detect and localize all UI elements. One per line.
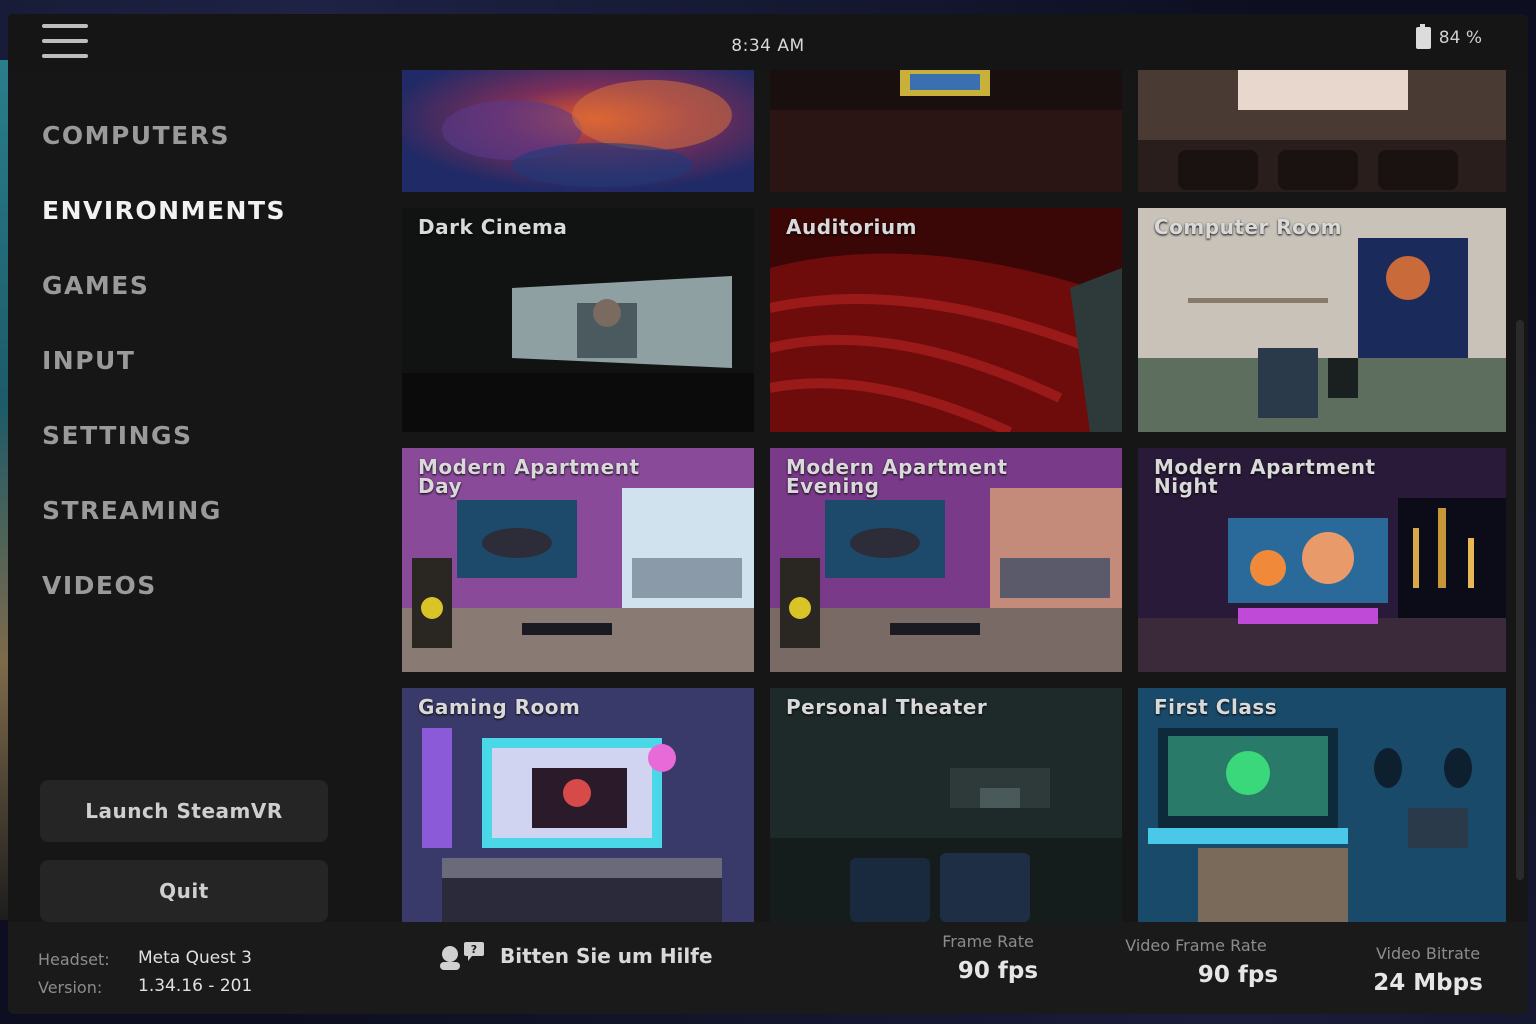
top-bar: 8:34 AM 84 % [8,14,1528,70]
personal-theater-thumbnail [770,688,1122,922]
headset-label: Headset: [38,950,110,969]
battery-status: 84 % [1415,24,1482,49]
quit-button[interactable]: Quit [40,860,328,922]
tile-label: Computer Room [1154,215,1342,239]
sidebar-nav: COMPUTERS ENVIRONMENTS GAMES INPUT SETTI… [42,98,286,623]
environment-tile-modern-apartment-day[interactable]: Modern Apartment Day [402,448,754,672]
sidebar: COMPUTERS ENVIRONMENTS GAMES INPUT SETTI… [8,70,372,922]
scrollbar[interactable] [1516,320,1524,880]
headset-value: Meta Quest 3 [138,948,252,968]
sidebar-item-settings[interactable]: SETTINGS [42,398,286,473]
status-bar: Headset: Meta Quest 3 Version: 1.34.16 -… [8,922,1528,1014]
clock: 8:34 AM [731,36,805,56]
help-button[interactable]: ? Bitten Sie um Hilfe [436,940,713,972]
tile-label: Modern Apartment Evening [786,455,1008,498]
sidebar-item-computers[interactable]: COMPUTERS [42,98,286,173]
environment-tile-modern-apartment-evening[interactable]: Modern Apartment Evening [770,448,1122,672]
environment-tile-dark-cinema[interactable]: Dark Cinema [402,208,754,432]
environment-tile-computer-room[interactable]: Computer Room [1138,208,1506,432]
dark-cinema-thumbnail [402,208,754,432]
frame-rate-label: Frame Rate [942,932,1034,951]
home-theater-thumbnail [1138,70,1506,192]
environment-tile-space[interactable] [402,70,754,192]
room-thumbnail [770,70,1122,192]
sidebar-item-videos[interactable]: VIDEOS [42,548,286,623]
tile-label: First Class [1154,695,1278,719]
help-chat-icon: ? [440,942,484,970]
auditorium-thumbnail [770,208,1122,432]
nebula-thumbnail [402,70,754,192]
video-bitrate-value: 24 Mbps [1373,970,1483,996]
environment-tile-modern-apartment-night[interactable]: Modern Apartment Night [1138,448,1506,672]
tile-label: Modern Apartment Day [418,455,640,498]
video-frame-rate-value: 90 fps [1197,962,1279,988]
version-value: 1.34.16 - 201 [138,976,253,996]
tile-label: Personal Theater [786,695,988,719]
environment-tile-room[interactable] [770,70,1122,192]
sidebar-item-input[interactable]: INPUT [42,323,286,398]
environment-tile-home-theater[interactable] [1138,70,1506,192]
environment-tile-personal-theater[interactable]: Personal Theater [770,688,1122,922]
frame-rate-value: 90 fps [957,958,1039,984]
environment-tile-first-class[interactable]: First Class [1138,688,1506,922]
sidebar-item-games[interactable]: GAMES [42,248,286,323]
launch-steamvr-button[interactable]: Launch SteamVR [40,780,328,842]
first-class-thumbnail [1138,688,1506,922]
background-window-edge [0,60,8,920]
tile-label: Gaming Room [418,695,581,719]
virtual-desktop-panel: 8:34 AM 84 % COMPUTERS ENVIRONMENTS GAME… [8,14,1528,1014]
environment-grid: Dark Cinema Auditorium Computer Room Mod… [372,70,1528,922]
battery-level: 84 % [1438,28,1482,48]
tile-label: Auditorium [786,215,917,239]
version-label: Version: [38,978,103,997]
battery-icon [1415,24,1431,49]
environment-tile-gaming-room[interactable]: Gaming Room [402,688,754,922]
computer-room-thumbnail [1138,208,1506,432]
video-frame-rate-label: Video Frame Rate [1125,936,1267,955]
environment-tile-auditorium[interactable]: Auditorium [770,208,1122,432]
video-bitrate-label: Video Bitrate [1375,944,1481,963]
svg-text:?: ? [471,943,477,956]
sidebar-item-streaming[interactable]: STREAMING [42,473,286,548]
gaming-room-thumbnail [402,688,754,922]
tile-label: Modern Apartment Night [1154,455,1376,498]
tile-label: Dark Cinema [418,215,568,239]
help-label: Bitten Sie um Hilfe [500,944,713,968]
sidebar-item-environments[interactable]: ENVIRONMENTS [42,173,286,248]
